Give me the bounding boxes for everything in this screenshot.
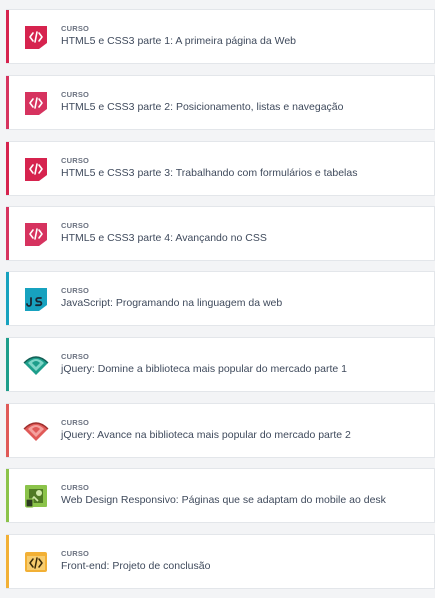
course-accent-bar	[6, 142, 9, 195]
course-accent-bar	[6, 207, 9, 260]
course-accent-bar	[6, 338, 9, 391]
course-card-responsive-design[interactable]: CURSO Web Design Responsivo: Páginas que…	[6, 468, 435, 523]
responsive-design-icon	[22, 482, 50, 510]
course-type-label: CURSO	[61, 156, 90, 165]
course-card-html-css-1[interactable]: CURSO HTML5 e CSS3 parte 1: A primeira p…	[6, 9, 435, 64]
course-card-html-css-3[interactable]: CURSO HTML5 e CSS3 parte 3: Trabalhando …	[6, 141, 435, 196]
course-type-label: CURSO	[61, 549, 90, 558]
course-accent-bar	[6, 469, 9, 522]
course-title[interactable]: HTML5 e CSS3 parte 3: Trabalhando com fo…	[61, 167, 428, 179]
course-accent-bar	[6, 535, 9, 588]
course-type-label: CURSO	[61, 221, 90, 230]
jquery-icon	[22, 417, 50, 445]
course-type-label: CURSO	[61, 352, 90, 361]
html-code-icon	[22, 155, 50, 183]
html-code-icon	[22, 220, 50, 248]
course-card-html-css-2[interactable]: CURSO HTML5 e CSS3 parte 2: Posicionamen…	[6, 75, 435, 130]
course-card-front-end-project[interactable]: CURSO Front-end: Projeto de conclusão	[6, 534, 435, 589]
course-title[interactable]: HTML5 e CSS3 parte 1: A primeira página …	[61, 35, 428, 47]
course-type-label: CURSO	[61, 90, 90, 99]
course-accent-bar	[6, 10, 9, 63]
course-card-javascript[interactable]: CURSO JavaScript: Programando na linguag…	[6, 271, 435, 326]
course-accent-bar	[6, 404, 9, 457]
course-type-label: CURSO	[61, 286, 90, 295]
course-title[interactable]: HTML5 e CSS3 parte 2: Posicionamento, li…	[61, 101, 428, 113]
code-window-icon	[22, 548, 50, 576]
course-type-label: CURSO	[61, 24, 90, 33]
course-title[interactable]: JavaScript: Programando na linguagem da …	[61, 297, 428, 309]
course-list: CURSO HTML5 e CSS3 parte 1: A primeira p…	[0, 0, 435, 598]
course-title[interactable]: Web Design Responsivo: Páginas que se ad…	[61, 494, 428, 506]
html-code-icon	[22, 23, 50, 51]
course-accent-bar	[6, 272, 9, 325]
course-accent-bar	[6, 76, 9, 129]
course-card-jquery-2[interactable]: CURSO jQuery: Avance na biblioteca mais …	[6, 403, 435, 458]
course-type-label: CURSO	[61, 418, 90, 427]
course-type-label: CURSO	[61, 483, 90, 492]
course-card-jquery-1[interactable]: CURSO jQuery: Domine a biblioteca mais p…	[6, 337, 435, 392]
javascript-icon	[22, 285, 50, 313]
course-title[interactable]: jQuery: Avance na biblioteca mais popula…	[61, 429, 428, 441]
course-card-html-css-4[interactable]: CURSO HTML5 e CSS3 parte 4: Avançando no…	[6, 206, 435, 261]
course-title[interactable]: HTML5 e CSS3 parte 4: Avançando no CSS	[61, 232, 428, 244]
html-code-icon	[22, 89, 50, 117]
course-title[interactable]: jQuery: Domine a biblioteca mais popular…	[61, 363, 428, 375]
course-title[interactable]: Front-end: Projeto de conclusão	[61, 560, 428, 572]
jquery-icon	[22, 351, 50, 379]
